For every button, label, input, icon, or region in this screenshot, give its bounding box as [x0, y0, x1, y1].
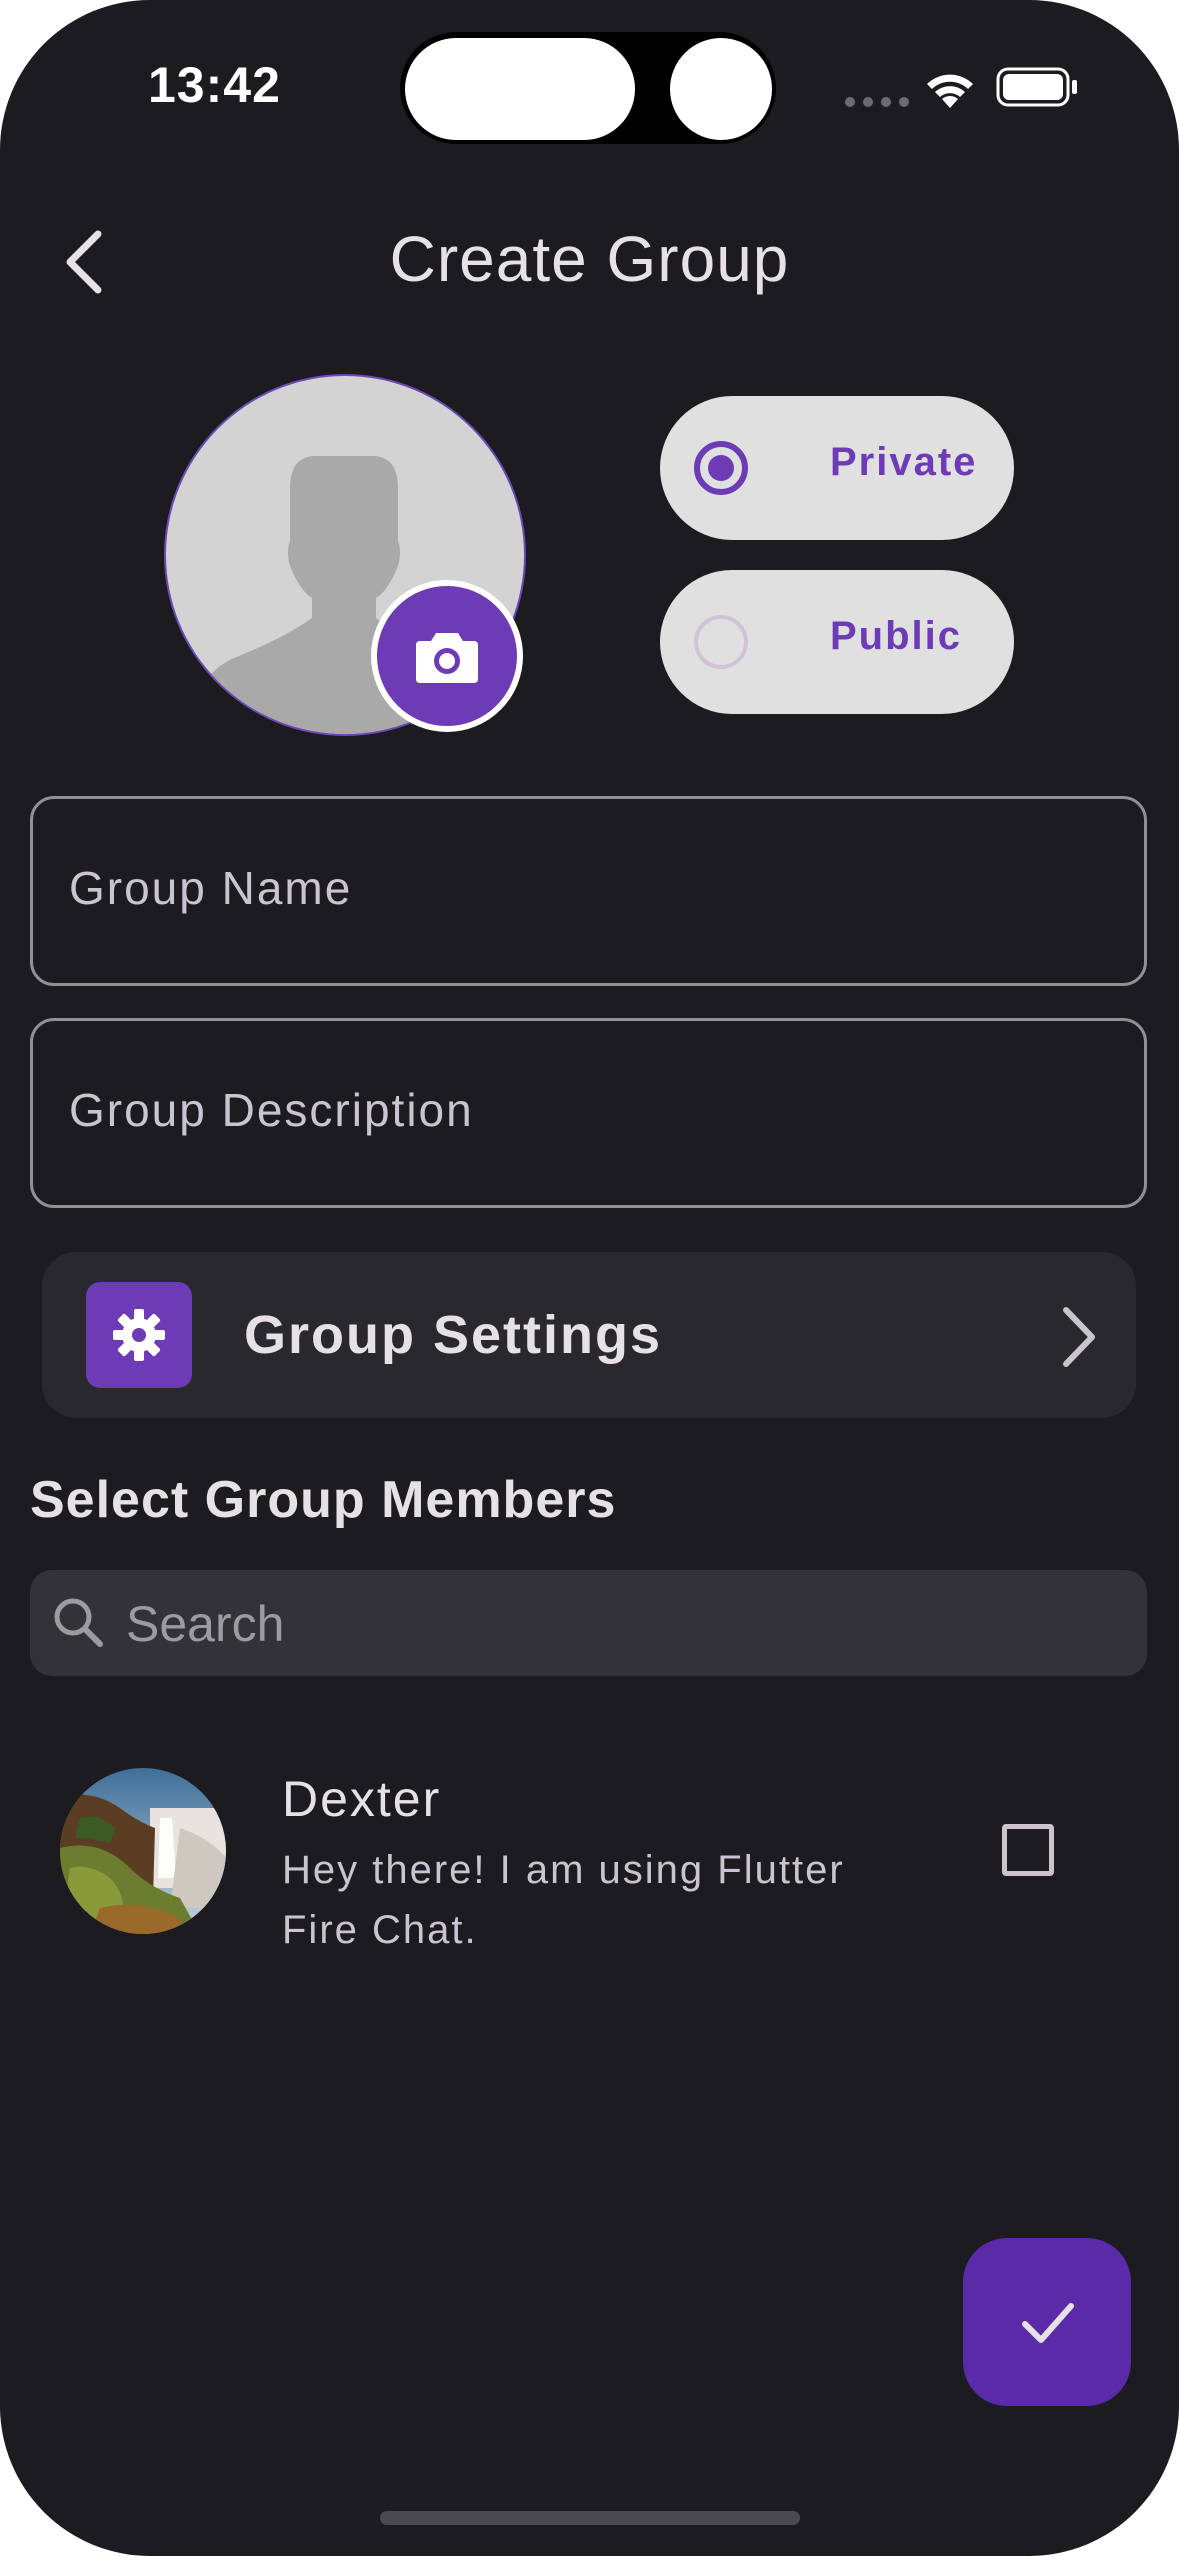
battery-icon: [996, 67, 1077, 107]
group-name-field[interactable]: Group Name: [30, 796, 1147, 986]
settings-icon-box: [86, 1282, 192, 1388]
privacy-option-private[interactable]: Private: [660, 396, 1014, 540]
section-title: Select Group Members: [30, 1471, 617, 1529]
radio-unselected-icon: [694, 615, 748, 669]
settings-label: Group Settings: [244, 1305, 662, 1365]
change-photo-button[interactable]: [371, 580, 523, 732]
page-title: Create Group: [389, 223, 790, 295]
member-select-checkbox[interactable]: [1002, 1824, 1054, 1876]
chevron-right-icon: [1063, 1307, 1095, 1367]
group-description-field[interactable]: Group Description: [30, 1018, 1147, 1208]
member-status: Hey there! I am using Flutter Fire Chat.: [282, 1848, 845, 1952]
member-list-item[interactable]: Dexter Hey there! I am using Flutter Fir…: [0, 1740, 1179, 1970]
search-bar[interactable]: [30, 1570, 1147, 1678]
search-icon: [54, 1598, 103, 1647]
island-pill: [405, 38, 635, 140]
group-settings-tile[interactable]: Group Settings: [42, 1252, 1136, 1418]
member-avatar: [60, 1768, 226, 1934]
search-input[interactable]: [124, 1570, 1088, 1678]
home-indicator: [380, 2511, 800, 2525]
waterfall-photo: [60, 1768, 226, 1934]
group-name-placeholder: Group Name: [69, 862, 353, 914]
privacy-option-public[interactable]: Public: [660, 570, 1014, 714]
gear-icon: [113, 1309, 165, 1361]
radio-selected-icon: [694, 441, 748, 495]
wifi-icon: [927, 74, 973, 108]
app-screen: 13:42 Create Group Private Public Group …: [0, 0, 1179, 2556]
cellular-signal-icon: [845, 97, 909, 107]
member-name: Dexter: [282, 1771, 442, 1827]
create-group-button[interactable]: [963, 2238, 1131, 2406]
group-description-placeholder: Group Description: [69, 1084, 474, 1136]
island-dot: [670, 38, 772, 140]
privacy-label: Public: [830, 614, 963, 658]
privacy-label: Private: [830, 440, 978, 484]
camera-icon: [416, 633, 478, 683]
check-icon: [1022, 2303, 1074, 2343]
status-time: 13:42: [148, 57, 281, 113]
